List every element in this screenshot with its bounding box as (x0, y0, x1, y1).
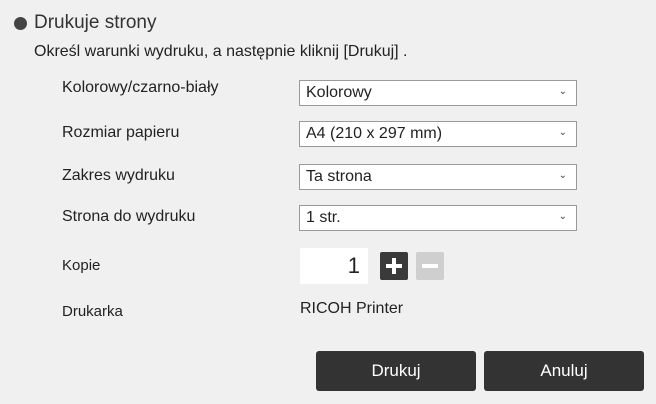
color-mode-label: Kolorowy/czarno-biały (62, 79, 219, 96)
print-button[interactable]: Drukuj (316, 351, 476, 391)
printer-label: Drukarka (62, 303, 123, 320)
copies-decrement-button[interactable] (416, 252, 444, 280)
chevron-down-icon: ⌄ (558, 127, 567, 138)
paper-size-label: Rozmiar papieru (62, 124, 180, 141)
dialog-header: Drukuje strony (14, 10, 157, 36)
printer-value: RICOH Printer (300, 300, 404, 317)
paper-size-value: A4 (210 x 297 mm) (306, 125, 443, 142)
copies-label: Kopie (62, 257, 101, 274)
page-to-print-select[interactable]: 1 str. ⌄ (299, 205, 577, 231)
color-mode-value: Kolorowy (306, 84, 372, 101)
print-dialog: Drukuje strony Określ warunki wydruku, a… (0, 0, 656, 404)
page-to-print-label: Strona do wydruku (62, 208, 196, 225)
cancel-button[interactable]: Anuluj (484, 351, 644, 391)
chevron-down-icon: ⌄ (558, 86, 567, 97)
copies-increment-button[interactable] (380, 252, 408, 280)
copies-input[interactable]: 1 (300, 248, 368, 284)
print-range-select[interactable]: Ta strona ⌄ (299, 164, 577, 190)
chevron-down-icon: ⌄ (558, 211, 567, 222)
minus-icon (422, 258, 438, 274)
bullet-circle-icon (14, 16, 27, 30)
color-mode-select[interactable]: Kolorowy ⌄ (299, 80, 577, 106)
page-to-print-value: 1 str. (306, 209, 341, 226)
print-range-label: Zakres wydruku (62, 167, 175, 184)
print-range-value: Ta strona (306, 168, 372, 185)
paper-size-select[interactable]: A4 (210 x 297 mm) ⌄ (299, 121, 577, 147)
plus-icon (386, 258, 402, 274)
chevron-down-icon: ⌄ (558, 170, 567, 181)
dialog-title: Drukuje strony (34, 12, 157, 33)
instruction-text: Określ warunki wydruku, a następnie klik… (34, 43, 408, 60)
